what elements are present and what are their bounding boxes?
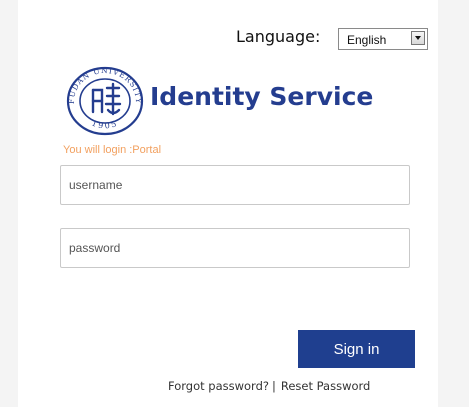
university-seal-logo: FUDAN UNIVERSITY 1905 — [66, 66, 144, 136]
password-input[interactable] — [60, 228, 410, 268]
account-links: Forgot password? | Reset Password — [168, 379, 370, 393]
reset-password-link[interactable]: Reset Password — [281, 379, 371, 393]
svg-text:1905: 1905 — [90, 119, 119, 131]
svg-text:FUDAN UNIVERSITY: FUDAN UNIVERSITY — [67, 66, 143, 104]
language-label: Language: — [236, 27, 321, 46]
login-target-notice: You will login :Portal — [63, 144, 162, 156]
sign-in-button[interactable]: Sign in — [298, 330, 415, 368]
page-title: Identity Service — [150, 82, 374, 111]
language-select-value: English — [347, 33, 387, 47]
link-separator: | — [271, 379, 276, 393]
login-panel: Language: English FUDAN UNIVERSITY 1905 … — [18, 0, 438, 407]
forgot-password-link[interactable]: Forgot password? — [168, 379, 269, 393]
username-input[interactable] — [60, 165, 410, 205]
chevron-down-icon[interactable] — [411, 31, 425, 45]
language-select[interactable]: English — [338, 28, 428, 50]
